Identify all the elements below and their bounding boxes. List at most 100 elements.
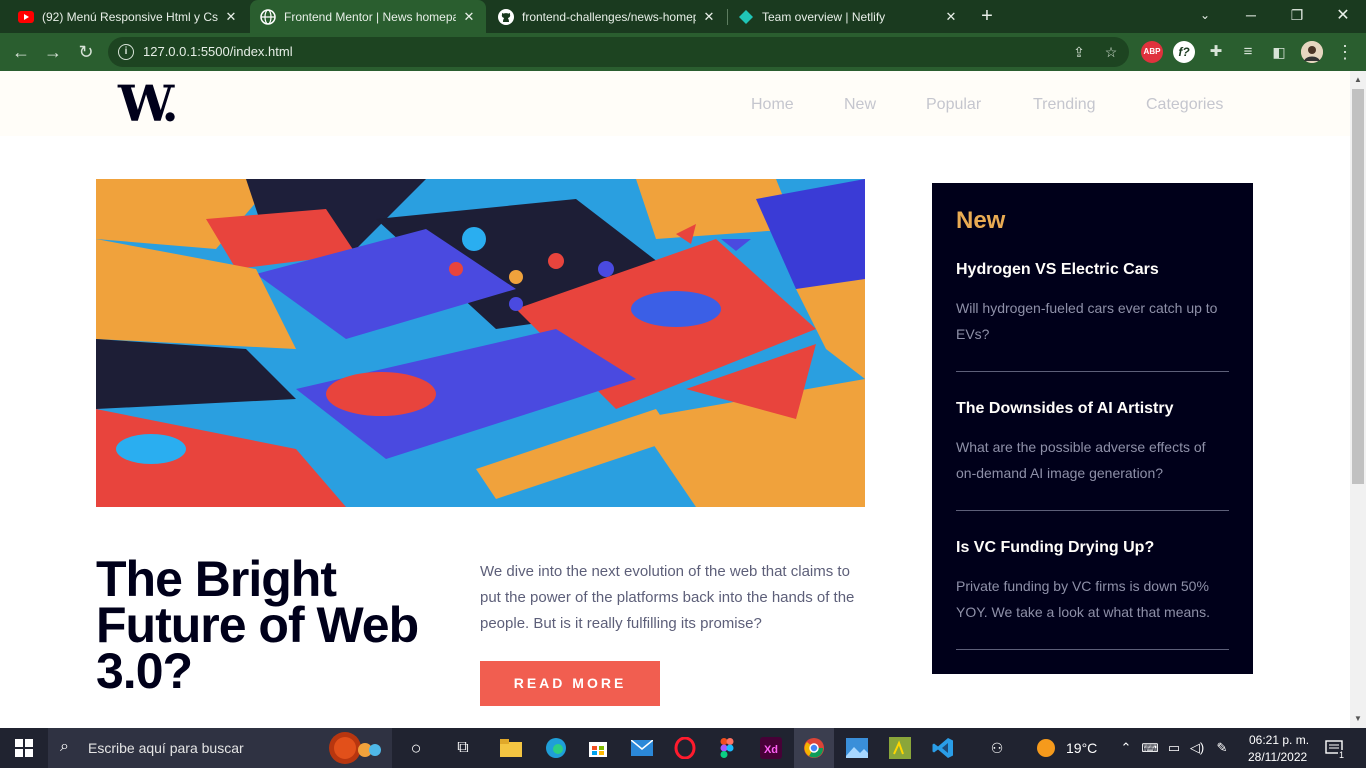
browser-toolbar: ← → ↻ i 127.0.0.1:5500/index.html ⇪ ☆ AB… [0,33,1366,71]
divider [956,510,1229,511]
new-item-text: Private funding by VC firms is down 50% … [956,578,1210,620]
forward-arrow-icon[interactable]: → [42,41,64,63]
page-viewport: W. Home New Popular Trending Categories [0,71,1350,728]
close-tab-icon[interactable]: ✕ [462,9,476,25]
new-item-title[interactable]: Is VC Funding Drying Up? [956,539,1229,557]
page-scrollbar[interactable]: ▲ ▼ [1350,71,1366,728]
new-item[interactable]: Hydrogen VS Electric Cars Will hydrogen-… [956,261,1229,372]
tab-netlify[interactable]: Team overview | Netlify ✕ [728,0,968,33]
share-icon[interactable]: ⇪ [1071,44,1087,60]
tab-search-button[interactable]: ⌄ [1182,0,1228,33]
info-icon[interactable]: i [118,44,134,60]
read-more-button[interactable]: READ MORE [480,661,660,706]
close-window-button[interactable]: ✕ [1320,0,1366,33]
close-tab-icon[interactable]: ✕ [944,9,958,25]
clock-date[interactable]: 28/11/2022 [1248,750,1307,764]
volume-icon[interactable]: ◁) [1187,728,1207,768]
new-tab-button[interactable]: + [976,5,998,27]
nav-home[interactable]: Home [751,96,794,114]
taskbar-search-box[interactable]: ⌕ Escribe aquí para buscar [48,728,392,768]
tab-github[interactable]: frontend-challenges/news-homepage ✕ [488,0,726,33]
hero-image [96,179,865,507]
task-view-icon[interactable]: ⧉ [443,728,483,768]
nav-new[interactable]: New [844,96,876,114]
new-item[interactable]: Is VC Funding Drying Up? Private funding… [956,539,1229,650]
taskbar-search-placeholder: Escribe aquí para buscar [88,740,244,756]
figma-icon[interactable] [707,728,747,768]
nav-categories[interactable]: Categories [1146,96,1223,114]
side-panel-icon[interactable]: ◧ [1268,41,1290,63]
scroll-down-arrow-icon[interactable]: ▼ [1350,712,1366,726]
restore-button[interactable]: ❐ [1274,0,1320,33]
article-headline: The Bright Future of Web 3.0? [96,551,419,699]
github-icon [498,8,514,25]
new-item-text: What are the possible adverse effects of… [956,439,1206,481]
tab-frontend-mentor[interactable]: Frontend Mentor | News homepage ✕ [250,0,486,33]
youtube-icon [18,9,34,25]
network-icon[interactable]: ▭ [1164,728,1184,768]
back-arrow-icon[interactable]: ← [10,41,32,63]
close-tab-icon[interactable]: ✕ [702,9,716,25]
vscode-icon[interactable] [923,728,963,768]
opera-icon[interactable] [665,728,705,768]
new-sidebar: New Hydrogen VS Electric Cars Will hydro… [932,183,1253,674]
extensions-puzzle-icon[interactable]: ✚ [1205,41,1227,63]
scroll-up-arrow-icon[interactable]: ▲ [1350,73,1366,87]
globe-icon [260,8,276,25]
new-item[interactable]: The Downsides of AI Artistry What are th… [956,400,1229,511]
font-extension-icon[interactable]: f? [1173,41,1195,63]
microsoft-store-icon[interactable] [578,728,618,768]
site-logo[interactable]: W. [118,74,179,133]
language-icon[interactable]: ⌨ [1140,728,1160,768]
site-header: W. Home New Popular Trending Categories [0,71,1350,136]
adobe-xd-icon[interactable]: Xd [751,728,791,768]
scrollbar-thumb[interactable] [1352,89,1364,484]
browser-tab-bar: (92) Menú Responsive Html y Css ✕ Fronte… [0,0,1366,33]
edge-icon[interactable] [536,728,576,768]
new-sidebar-title: New [956,207,1006,234]
tab-title: Team overview | Netlify [762,9,886,24]
article-lead: We dive into the next evolution of the w… [480,563,855,632]
address-bar[interactable]: i 127.0.0.1:5500/index.html ⇪ ☆ [108,37,1129,67]
pen-icon[interactable]: ✎ [1212,728,1232,768]
bookmark-star-icon[interactable]: ☆ [1103,44,1119,60]
weather-icon[interactable] [1026,728,1066,768]
new-item-text: Will hydrogen-fueled cars ever catch up … [956,300,1218,342]
search-icon: ⌕ [60,738,69,755]
reload-icon[interactable]: ↻ [75,41,97,63]
nav-popular[interactable]: Popular [926,96,981,114]
divider [956,371,1229,372]
menu-dots-icon[interactable]: ⋮ [1334,41,1356,63]
profile-avatar[interactable] [1301,41,1323,63]
netlify-icon [738,9,754,25]
tab-title: frontend-challenges/news-homepage [522,9,696,24]
app-icon[interactable] [880,728,920,768]
reading-list-icon[interactable]: ≡ [1237,41,1259,63]
windows-start-icon[interactable] [4,728,44,768]
adblock-extension-icon[interactable]: ABP [1141,41,1163,63]
chrome-icon[interactable] [794,728,834,768]
mail-icon[interactable] [622,728,662,768]
tab-title: (92) Menú Responsive Html y Css [42,9,218,24]
notification-icon[interactable] [1322,728,1346,768]
nav-trending[interactable]: Trending [1033,96,1096,114]
photos-icon[interactable] [837,728,877,768]
weather-temperature[interactable]: 19°C [1066,740,1097,756]
clock-time[interactable]: 06:21 p. m. [1249,733,1309,747]
windows-taskbar: ⌕ Escribe aquí para buscar ○ ⧉ Xd ⚇ 19°C… [0,728,1366,768]
close-tab-icon[interactable]: ✕ [224,9,238,25]
svg-text:Xd: Xd [764,744,778,756]
cortana-icon[interactable]: ○ [396,728,436,768]
divider [956,649,1229,650]
tab-title: Frontend Mentor | News homepage [284,9,456,24]
minimize-button[interactable]: ─ [1228,0,1274,33]
new-item-title[interactable]: Hydrogen VS Electric Cars [956,261,1229,279]
new-item-title[interactable]: The Downsides of AI Artistry [956,400,1229,418]
search-highlight-icon [323,730,387,768]
tab-youtube[interactable]: (92) Menú Responsive Html y Css ✕ [8,0,248,33]
tray-chevron-icon[interactable]: ⌃ [1116,728,1136,768]
url-text: 127.0.0.1:5500/index.html [143,44,293,59]
notification-count: 1 [1338,750,1346,760]
file-explorer-icon[interactable] [491,728,531,768]
people-icon[interactable]: ⚇ [977,728,1017,768]
